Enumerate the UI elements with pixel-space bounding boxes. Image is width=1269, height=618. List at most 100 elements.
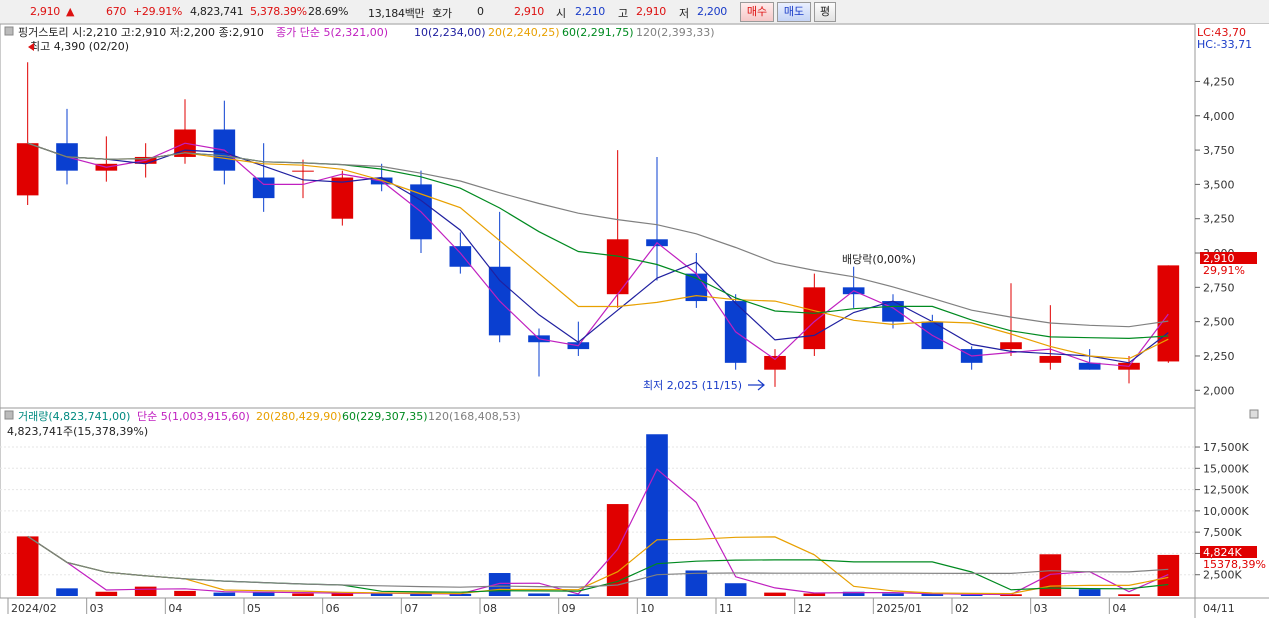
volume-y-tick: 7,500K (1203, 526, 1242, 539)
volume-bar (174, 590, 196, 596)
x-right-label: 04/11 (1203, 602, 1235, 615)
candle (331, 170, 354, 226)
x-tick-label: 05 (247, 602, 261, 615)
volume-bar (803, 593, 826, 596)
price-y-tick: 4,250 (1203, 75, 1235, 88)
volume-bar (292, 593, 314, 596)
volume-bar (95, 591, 118, 596)
chart-panels (0, 24, 1269, 618)
price-legend: 핑거스토리 시:2,210 고:2,910 저:2,200 종:2,910 종가… (4, 26, 715, 39)
trade-amount: 13,184백만 (368, 7, 425, 20)
volume-y-tick: 12,500K (1203, 484, 1249, 497)
volume-y-tick: 17,500K (1203, 441, 1249, 454)
high-price: 2,910 (636, 5, 666, 18)
low-price: 2,200 (697, 5, 727, 18)
volume-bar (1157, 554, 1180, 596)
ma120-legend: 120(2,393,33) (636, 26, 715, 39)
volume-value: 4,823,741 (190, 5, 244, 18)
volume-last-tag: 4,824K 15378,39% (1200, 546, 1266, 571)
volume-bar (1118, 594, 1140, 596)
vol-legend: 거래량(4,823,741,00) (18, 410, 130, 423)
x-tick-label: 10 (640, 602, 654, 615)
turnover-rate: 28.69% (308, 5, 349, 18)
change-amount: 670 (106, 5, 127, 18)
volume-ratio: 5,378.39% (250, 5, 307, 18)
current-price: 2,910 (30, 5, 60, 18)
x-tick-label: 09 (562, 602, 576, 615)
x-tick-label: 07 (404, 602, 418, 615)
price-y-tick: 4,000 (1203, 110, 1235, 123)
price-y-tick: 3,500 (1203, 178, 1235, 191)
x-tick-label: 2025/01 (876, 602, 922, 615)
x-tick-label: 06 (326, 602, 340, 615)
volume-bar (764, 592, 786, 596)
price-info: 핑거스토리 시:2,210 고:2,910 저:2,200 종:2,910 (18, 26, 264, 39)
volume-bar (1039, 554, 1062, 596)
volume-bar (724, 583, 747, 596)
volume-y-tick: 15,000K (1203, 462, 1249, 475)
open-label: 시 (556, 7, 566, 20)
vol-ma120-legend: 120(168,408,53) (428, 410, 521, 423)
dividend-annotation: 배당락(0,00%) (842, 253, 916, 266)
price-y-tick: 2,000 (1203, 384, 1235, 397)
sell-button[interactable]: 매도 (777, 2, 811, 22)
volume-bar (528, 593, 550, 596)
ma10-legend: 10(2,234,00) (414, 26, 486, 39)
last-pct-tag-text: 29,91% (1203, 264, 1245, 277)
volume-panel-icon[interactable] (4, 410, 14, 420)
volume-y-tick: 10,000K (1203, 505, 1249, 518)
x-tick-label: 04 (168, 602, 182, 615)
price-y-tick: 2,250 (1203, 350, 1235, 363)
last-price-tag: 2,910 29,91% (1200, 252, 1257, 277)
x-tick-label: 04 (1112, 602, 1126, 615)
price-y-tick: 3,250 (1203, 213, 1235, 226)
panel-icon[interactable] (4, 26, 14, 36)
x-axis: 2024/02 03 04 05 06 07 08 09 10 11 12 2025/01 02 03 04… (7, 598, 1235, 615)
x-tick-label: 11 (719, 602, 733, 615)
stock-chart[interactable]: 4,2504,0003,7503,5003,2503,0002,7502,500… (0, 24, 1269, 618)
ma60-legend: 60(2,291,75) (562, 26, 634, 39)
volume-bar (567, 594, 590, 596)
volume-last-pct-text: 15378,39% (1203, 558, 1266, 571)
volume-bar (685, 570, 708, 596)
low-label: 저 (679, 7, 689, 20)
x-tick-label: 03 (90, 602, 104, 615)
volume-bar (134, 586, 157, 596)
price-y-axis: 4,2504,0003,7503,5003,2503,0002,7502,500… (1195, 75, 1235, 397)
price-y-tick: 2,750 (1203, 281, 1235, 294)
volume-bar (213, 592, 236, 596)
price-y-tick: 2,500 (1203, 316, 1235, 329)
ma5-legend: 종가 단순 5(2,321,00) (276, 26, 388, 39)
change-percent: +29.91% (133, 5, 183, 18)
vol-ma5-legend: 단순 5(1,003,915,60) (137, 410, 250, 423)
buy-button[interactable]: 매수 (740, 2, 774, 22)
volume-bar (1078, 589, 1101, 596)
volume-bar (646, 434, 668, 596)
x-tick-label: 12 (798, 602, 812, 615)
eval-button[interactable]: 평 (814, 2, 836, 22)
volume-bar (16, 536, 39, 596)
low-annotation-text: 최저 2,025 (11/15) (643, 379, 742, 392)
high-annotation-text: 최고 4,390 (02/20) (30, 40, 129, 53)
high-label: 고 (618, 7, 628, 20)
x-tick-label: 03 (1034, 602, 1048, 615)
price-y-tick: 3,750 (1203, 144, 1235, 157)
hoga-label: 호가 (432, 7, 452, 20)
volume-bar (488, 573, 511, 596)
open-price: 2,210 (575, 5, 605, 18)
vol-ma60-legend: 60(229,307,35) (342, 410, 428, 423)
volume-bar (56, 588, 78, 596)
up-arrow-icon: ▲ (66, 5, 75, 18)
vol-sub-label: 4,823,741주(15,378,39%) (7, 425, 148, 438)
hc-label: HC:-33,71 (1197, 38, 1252, 51)
candle (1157, 265, 1180, 363)
ask-price: 2,910 (514, 5, 544, 18)
quote-bar: 2,910 ▲ 670 +29.91% 4,823,741 5,378.39% … (0, 0, 1269, 24)
x-tick-label: 08 (483, 602, 497, 615)
volume-panel-close-icon[interactable] (1249, 409, 1259, 419)
hoga-value: 0 (477, 5, 484, 18)
x-tick-label: 2024/02 (11, 602, 57, 615)
volume-bar (882, 593, 904, 596)
high-annotation: 최고 4,390 (02/20) (28, 40, 129, 53)
x-tick-label: 02 (955, 602, 969, 615)
